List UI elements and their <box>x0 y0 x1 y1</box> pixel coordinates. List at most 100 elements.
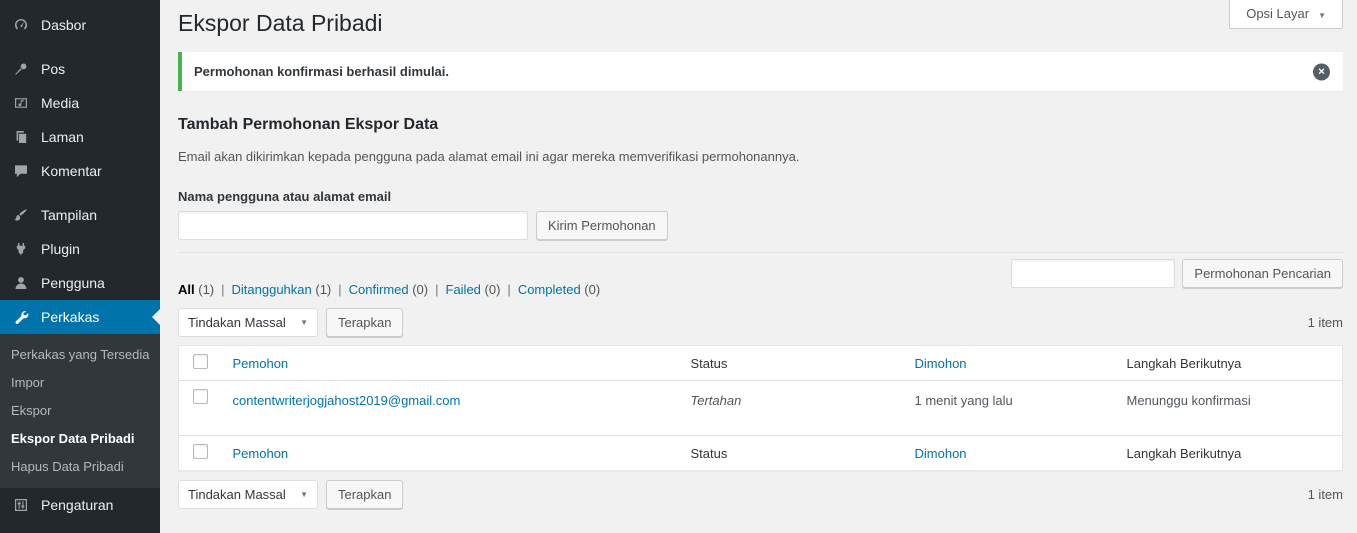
column-label-dimohon[interactable]: Dimohon <box>915 446 967 461</box>
column-status: Status <box>680 435 905 471</box>
sidebar-item-plugin[interactable]: Plugin <box>0 232 160 266</box>
column-status: Status <box>680 345 905 381</box>
select-all-cell <box>178 435 223 471</box>
bulk-action-select[interactable]: Tindakan Massal ▼ <box>178 307 318 337</box>
column-pemohon: Pemohon <box>222 345 681 381</box>
bulk-action-value: Tindakan Massal <box>188 486 286 502</box>
sidebar-subitem-impor[interactable]: Impor <box>0 369 160 397</box>
comment-icon <box>10 162 32 180</box>
screen-options-button[interactable]: Opsi Layar ▼ <box>1229 0 1343 29</box>
sidebar-subitem-perkakas-yang-tersedia[interactable]: Perkakas yang Tersedia <box>0 341 160 369</box>
item-count: 1 item <box>1307 314 1343 330</box>
brush-icon <box>10 206 32 224</box>
sidebar-item-label: Laman <box>41 129 84 145</box>
circled-x-icon[interactable]: ✕ <box>1313 63 1330 80</box>
send-request-button[interactable]: Kirim Permohonan <box>536 211 668 240</box>
menu-separator <box>0 42 160 52</box>
select-all-checkbox[interactable] <box>193 354 208 369</box>
requester-email-link[interactable]: contentwriterjogjahost2019@gmail.com <box>233 393 461 408</box>
row-checkbox[interactable] <box>193 389 208 404</box>
menu-separator <box>0 188 160 198</box>
apply-button[interactable]: Terapkan <box>326 479 404 509</box>
column-dimohon: Dimohon <box>904 345 1117 381</box>
pages-icon <box>10 128 32 146</box>
bulk-action-value: Tindakan Massal <box>188 314 286 330</box>
admin-content: Opsi Layar ▼ Ekspor Data Pribadi Permohon… <box>160 0 1357 533</box>
page-title: Ekspor Data Pribadi <box>178 10 383 36</box>
table-header-row: Pemohon Status Dimohon Langkah Berikutnya <box>178 345 1343 381</box>
notice-message: Permohonan konfirmasi berhasil dimulai. <box>194 64 450 79</box>
sidebar-item-label: Komentar <box>41 163 102 179</box>
apply-button[interactable]: Terapkan <box>326 307 404 337</box>
sidebar-item-media[interactable]: Media <box>0 86 160 120</box>
username-email-input[interactable] <box>178 211 528 240</box>
sidebar-item-label: Perkakas <box>41 309 100 325</box>
column-label-pemohon[interactable]: Pemohon <box>233 446 289 461</box>
list-controls: All (1) | Ditangguhkan (1) | Confirmed (0) | F… <box>178 253 1343 301</box>
filter-separator: | <box>221 282 225 297</box>
sidebar-item-pengaturan[interactable]: Pengaturan <box>0 488 160 522</box>
table-row: contentwriterjogjahost2019@gmail.com Tert… <box>179 381 1343 436</box>
search-box: Permohonan Pencarian <box>1011 259 1343 288</box>
sidebar-item-label: Media <box>41 95 80 111</box>
sidebar-item-label: Pos <box>41 61 66 77</box>
wrench-icon <box>10 308 32 326</box>
column-label-status: Status <box>690 445 728 461</box>
filter-separator: | <box>338 282 342 297</box>
sidebar-subitem-ekspor[interactable]: Ekspor <box>0 397 160 425</box>
column-label-status: Status <box>690 355 728 371</box>
filter-link-confirmed[interactable]: Confirmed <box>349 282 409 297</box>
column-langkah-berikutnya: Langkah Berikutnya <box>1116 435 1343 471</box>
filter-confirmed: Confirmed (0) <box>349 282 428 297</box>
status-filters: All (1) | Ditangguhkan (1) | Confirmed (0) | F… <box>178 282 600 297</box>
sidebar-submenu: Perkakas yang Tersedia Impor Ekspor Ekspor … <box>0 334 160 488</box>
search-input[interactable] <box>1011 259 1176 288</box>
form-description: Email akan dikirimkan kepada pengguna pa… <box>178 149 800 164</box>
filter-link-ditangguhkan[interactable]: Ditangguhkan <box>232 282 312 297</box>
sidebar-subitem-ekspor-data-pribadi[interactable]: Ekspor Data Pribadi <box>0 425 160 453</box>
column-label-dimohon[interactable]: Dimohon <box>915 356 967 371</box>
requester-cell: contentwriterjogjahost2019@gmail.com <box>223 381 681 436</box>
search-requests-button[interactable]: Permohonan Pencarian <box>1182 259 1343 288</box>
username-email-label: Nama pengguna atau alamat email <box>178 189 392 204</box>
section-heading: Tambah Permohonan Ekspor Data <box>178 116 439 133</box>
pin-icon <box>10 60 32 78</box>
sidebar-item-pengguna[interactable]: Pengguna <box>0 266 160 300</box>
sidebar-item-laman[interactable]: Laman <box>0 120 160 154</box>
chevron-down-icon: ▼ <box>300 489 308 499</box>
screen-options-label: Opsi Layar <box>1246 6 1310 21</box>
filter-ditangguhkan: Ditangguhkan (1) <box>232 282 332 297</box>
sidebar-item-tampilan[interactable]: Tampilan <box>0 198 160 232</box>
plugin-icon <box>10 240 32 258</box>
column-langkah-berikutnya: Langkah Berikutnya <box>1116 345 1343 381</box>
sidebar-item-label: Pengguna <box>41 275 105 291</box>
media-icon <box>10 94 32 112</box>
filter-link-all[interactable]: All <box>178 282 195 297</box>
filter-link-completed[interactable]: Completed <box>518 282 581 297</box>
chevron-down-icon: ▼ <box>300 317 308 327</box>
column-label-pemohon[interactable]: Pemohon <box>233 356 289 371</box>
filter-count: (0) <box>408 282 429 297</box>
filter-all: All (1) <box>178 282 214 297</box>
sidebar-subitem-hapus-data-pribadi[interactable]: Hapus Data Pribadi <box>0 453 160 481</box>
filter-link-failed[interactable]: Failed <box>446 282 481 297</box>
select-all-checkbox[interactable] <box>193 444 208 459</box>
bulk-action-select[interactable]: Tindakan Massal ▼ <box>178 479 318 509</box>
filter-separator: | <box>507 282 511 297</box>
sidebar-item-komentar[interactable]: Komentar <box>0 154 160 188</box>
select-all-cell <box>178 345 223 381</box>
dashboard-icon <box>10 16 32 34</box>
sidebar-item-pos[interactable]: Pos <box>0 52 160 86</box>
column-dimohon: Dimohon <box>904 435 1117 471</box>
filter-count: (1) <box>311 282 332 297</box>
column-label-langkah-berikutnya: Langkah Berikutnya <box>1126 355 1242 371</box>
sidebar-item-label: Dasbor <box>41 17 87 33</box>
user-icon <box>10 274 32 292</box>
status-cell: Tertahan <box>681 381 905 436</box>
tablenav-top: Tindakan Massal ▼ Terapkan 1 item <box>178 307 1343 337</box>
filter-count: (0) <box>580 282 601 297</box>
table-header-row: Pemohon Status Dimohon Langkah Berikutnya <box>178 435 1343 471</box>
sidebar-item-dasbor[interactable]: Dasbor <box>0 8 160 42</box>
sidebar-item-perkakas[interactable]: Perkakas <box>0 300 160 334</box>
filter-separator: | <box>435 282 439 297</box>
